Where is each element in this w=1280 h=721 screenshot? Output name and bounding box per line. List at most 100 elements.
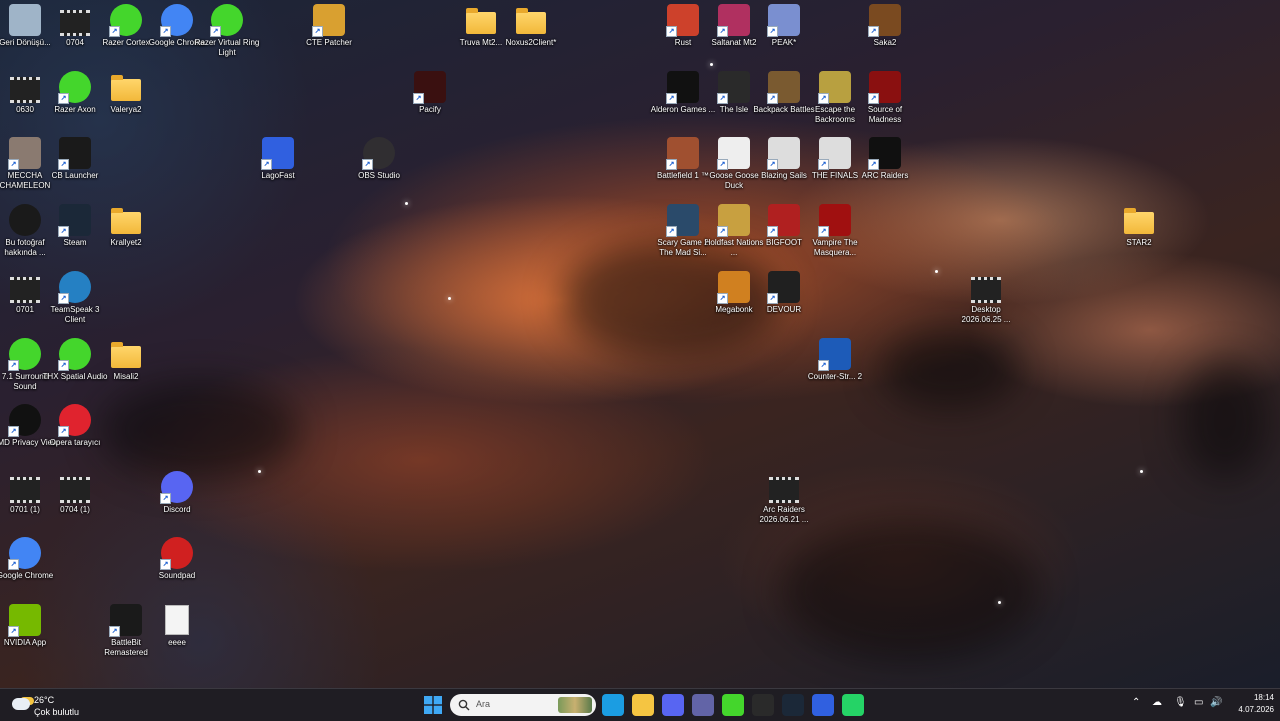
peak-icon: ↗ — [767, 4, 800, 37]
desktop-icon-nvidia[interactable]: ↗ NVIDIA App — [0, 604, 58, 648]
desktop-icon-label: OBS Studio — [358, 171, 400, 180]
desktop-icon-label: TeamSpeak 3 Client — [50, 305, 100, 324]
desktop-icon-opera[interactable]: ↗ Opera tarayıcı — [42, 404, 108, 448]
folder-icon — [110, 338, 142, 370]
desktop-icon-cte-patcher[interactable]: ↗ CTE Patcher — [296, 4, 362, 48]
desktop-icon-video-file[interactable]: 0704 (1) — [42, 471, 108, 515]
desktop-icon-label: CTE Patcher — [306, 38, 352, 47]
video-file-icon — [9, 471, 41, 503]
the-isle-icon: ↗ — [717, 71, 750, 104]
edge-icon[interactable] — [602, 694, 624, 716]
counter-strike-icon: ↗ — [818, 338, 851, 371]
shortcut-arrow-icon: ↗ — [767, 93, 778, 104]
shortcut-arrow-icon: ↗ — [261, 159, 272, 170]
nvidia-icon: ↗ — [8, 604, 41, 637]
desktop-icon-text-file[interactable]: eeee — [144, 604, 210, 648]
desktop-icon-counter-strike[interactable]: ↗ Counter-Str... 2 — [802, 338, 868, 382]
desktop-icon-devour[interactable]: ↗ DEVOUR — [751, 271, 817, 315]
text-file-icon — [161, 604, 193, 636]
windows-start-button[interactable] — [424, 696, 442, 714]
shortcut-arrow-icon: ↗ — [666, 226, 677, 237]
razer-cortex-taskbar-icon[interactable] — [722, 694, 744, 716]
clock[interactable]: 18:14 4.07.2026 — [1228, 693, 1274, 714]
shortcut-arrow-icon: ↗ — [160, 26, 171, 37]
epic-games-icon[interactable] — [752, 694, 774, 716]
cloud-sun-icon — [12, 698, 30, 710]
desktop-icon-video-file[interactable]: Desktop 2026.06.25 ... — [953, 271, 1019, 325]
desktop-wallpaper — [0, 0, 1280, 688]
arc-raiders-icon: ↗ — [868, 137, 901, 170]
desktop-icon-source-of-madness[interactable]: ↗ Source of Madness — [852, 71, 918, 125]
shortcut-arrow-icon: ↗ — [362, 159, 373, 170]
video-file-icon — [9, 71, 41, 103]
desktop-icon-saka2[interactable]: ↗ Saka2 — [852, 4, 918, 48]
discord-icon: ↗ — [160, 471, 193, 504]
weather-widget[interactable]: 26°C Çok bulutlu — [10, 693, 90, 717]
folder-icon — [110, 204, 142, 236]
folder-icon — [465, 4, 497, 36]
shortcut-arrow-icon: ↗ — [818, 159, 829, 170]
shortcut-arrow-icon: ↗ — [666, 93, 677, 104]
desktop-icon-folder[interactable]: Krallyet2 — [93, 204, 159, 248]
desktop-icon-razer-ring-light[interactable]: ↗ Razer Virtual Ring Light — [194, 4, 260, 58]
cb-launcher-icon: ↗ — [58, 137, 91, 170]
network-status-icon[interactable]: ☁ — [1152, 697, 1162, 708]
desktop-icon-teamspeak[interactable]: ↗ TeamSpeak 3 Client — [42, 271, 108, 325]
discord-taskbar-icon[interactable] — [662, 694, 684, 716]
desktop-icon-vampire-masquerade[interactable]: ↗ Vampire The Masquera... — [802, 204, 868, 258]
volume-icon[interactable]: 🔊 — [1210, 697, 1222, 708]
desktop-icon-folder[interactable]: STAR2 — [1106, 204, 1172, 248]
teams-icon[interactable] — [692, 694, 714, 716]
desktop-icon-folder[interactable]: Valerya2 — [93, 71, 159, 115]
shortcut-arrow-icon: ↗ — [160, 493, 171, 504]
desktop-icon-label: Valerya2 — [110, 105, 142, 114]
scary-game-icon: ↗ — [666, 204, 699, 237]
desktop-icon-peak[interactable]: ↗ PEAK* — [751, 4, 817, 48]
whatsapp-icon[interactable] — [842, 694, 864, 716]
display-icon[interactable]: ▭ — [1194, 697, 1203, 708]
alderon-games-icon: ↗ — [666, 71, 699, 104]
battlefield-icon: ↗ — [666, 137, 699, 170]
saka2-icon: ↗ — [868, 4, 901, 37]
desktop-icon-arc-raiders[interactable]: ↗ ARC Raiders — [852, 137, 918, 181]
microphone-icon[interactable]: 🎙 — [1174, 697, 1187, 708]
search-highlight-image — [558, 697, 592, 713]
video-file-icon — [59, 471, 91, 503]
desktop-icon-soundpad[interactable]: ↗ Soundpad — [144, 537, 210, 581]
shortcut-arrow-icon: ↗ — [868, 26, 879, 37]
shortcut-arrow-icon: ↗ — [767, 226, 778, 237]
desktop-icon-lagofast[interactable]: ↗ LagoFast — [245, 137, 311, 181]
desktop-icon-pacify[interactable]: ↗ Pacify — [397, 71, 463, 115]
taskbar: 26°C Çok bulutlu Ara ⌃ ☁ 🎙 ▭ 🔊 18:14 4.0… — [0, 688, 1280, 721]
steam-taskbar-icon[interactable] — [782, 694, 804, 716]
shortcut-arrow-icon: ↗ — [58, 293, 69, 304]
folder-icon — [1123, 204, 1155, 236]
lagofast-taskbar-icon[interactable] — [812, 694, 834, 716]
video-file-icon — [768, 471, 800, 503]
desktop-icon-chrome[interactable]: ↗ Google Chrome — [0, 537, 58, 581]
desktop-icon-label: Desktop 2026.06.25 ... — [961, 305, 1011, 324]
desktop-icon-label: DEVOUR — [766, 305, 802, 314]
shortcut-arrow-icon: ↗ — [210, 26, 221, 37]
shortcut-arrow-icon: ↗ — [58, 93, 69, 104]
search-box[interactable]: Ara — [450, 694, 596, 716]
shortcut-arrow-icon: ↗ — [767, 159, 778, 170]
desktop-icon-video-file[interactable]: Arc Raiders 2026.06.21 ... — [751, 471, 817, 525]
shortcut-arrow-icon: ↗ — [109, 26, 120, 37]
shortcut-arrow-icon: ↗ — [868, 93, 879, 104]
tray-overflow-chevron-icon[interactable]: ⌃ — [1132, 697, 1140, 708]
meccha-chameleon-icon: ↗ — [8, 137, 41, 170]
desktop-icon-label: Google Chrome — [0, 571, 54, 580]
file-explorer-icon[interactable] — [632, 694, 654, 716]
shortcut-arrow-icon: ↗ — [818, 93, 829, 104]
desktop-icon-discord[interactable]: ↗ Discord — [144, 471, 210, 515]
desktop-icon-cb-launcher[interactable]: ↗ CB Launcher — [42, 137, 108, 181]
desktop-icon-folder[interactable]: Noxus2Client* — [498, 4, 564, 48]
clock-time: 18:14 — [1253, 693, 1274, 702]
shortcut-arrow-icon: ↗ — [717, 159, 728, 170]
desktop-icon-obs-studio[interactable]: ↗ OBS Studio — [346, 137, 412, 181]
recycle-bin-icon — [9, 4, 41, 36]
desktop-icon-folder[interactable]: Misali2 — [93, 338, 159, 382]
shortcut-arrow-icon: ↗ — [8, 559, 19, 570]
shortcut-arrow-icon: ↗ — [818, 226, 829, 237]
